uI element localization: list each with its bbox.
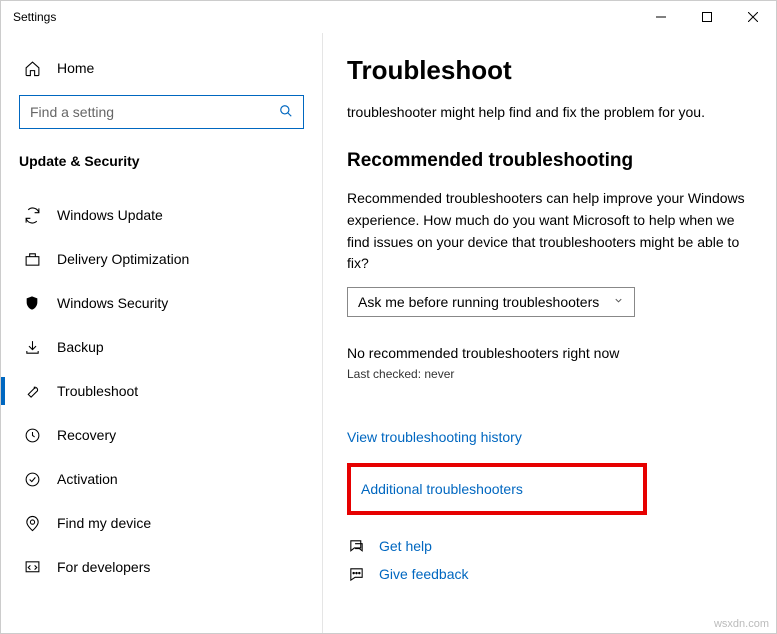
troubleshoot-preference-select[interactable]: Ask me before running troubleshooters	[347, 287, 635, 317]
minimize-button[interactable]	[638, 1, 684, 33]
nav-recovery[interactable]: Recovery	[1, 413, 322, 457]
recovery-icon	[23, 426, 41, 444]
home-nav[interactable]: Home	[1, 53, 322, 95]
nav-label: Find my device	[57, 515, 151, 531]
watermark: wsxdn.com	[714, 618, 769, 630]
last-checked: Last checked: never	[347, 367, 752, 381]
home-icon	[23, 59, 41, 77]
nav-list: Windows Update Delivery Optimization Win…	[1, 193, 322, 589]
nav-activation[interactable]: Activation	[1, 457, 322, 501]
additional-troubleshooters-link[interactable]: Additional troubleshooters	[361, 481, 523, 497]
give-feedback-link[interactable]: Give feedback	[379, 566, 469, 582]
recommended-description: Recommended troubleshooters can help imp…	[347, 188, 752, 275]
close-button[interactable]	[730, 1, 776, 33]
delivery-icon	[23, 250, 41, 268]
nav-delivery-optimization[interactable]: Delivery Optimization	[1, 237, 322, 281]
nav-find-my-device[interactable]: Find my device	[1, 501, 322, 545]
home-label: Home	[57, 60, 94, 76]
content-area: Troubleshoot troubleshooter might help f…	[323, 33, 776, 633]
window-title: Settings	[13, 10, 638, 24]
view-history-link[interactable]: View troubleshooting history	[347, 429, 752, 445]
highlighted-box: Additional troubleshooters	[347, 463, 647, 515]
nav-for-developers[interactable]: For developers	[1, 545, 322, 589]
select-value: Ask me before running troubleshooters	[358, 294, 599, 310]
search-icon	[279, 104, 293, 121]
nav-windows-security[interactable]: Windows Security	[1, 281, 322, 325]
chevron-down-icon	[613, 295, 624, 309]
check-circle-icon	[23, 470, 41, 488]
window-controls	[638, 1, 776, 33]
nav-label: Windows Security	[57, 295, 168, 311]
location-icon	[23, 514, 41, 532]
developers-icon	[23, 558, 41, 576]
page-title: Troubleshoot	[347, 55, 752, 86]
nav-label: For developers	[57, 559, 150, 575]
search-input[interactable]	[19, 95, 304, 129]
intro-text: troubleshooter might help find and fix t…	[347, 102, 752, 122]
nav-label: Windows Update	[57, 207, 163, 223]
get-help-link[interactable]: Get help	[379, 538, 432, 554]
maximize-button[interactable]	[684, 1, 730, 33]
recommended-heading: Recommended troubleshooting	[347, 150, 752, 172]
nav-label: Activation	[57, 471, 118, 487]
get-help-row[interactable]: Get help	[347, 537, 752, 555]
nav-label: Recovery	[57, 427, 116, 443]
status-text: No recommended troubleshooters right now	[347, 345, 752, 361]
search-field[interactable]	[30, 104, 279, 120]
backup-icon	[23, 338, 41, 356]
section-title: Update & Security	[1, 153, 322, 177]
wrench-icon	[23, 382, 41, 400]
nav-label: Troubleshoot	[57, 383, 138, 399]
nav-backup[interactable]: Backup	[1, 325, 322, 369]
chat-icon	[347, 537, 365, 555]
nav-windows-update[interactable]: Windows Update	[1, 193, 322, 237]
sidebar: Home Update & Security Windows Update De…	[1, 33, 323, 633]
shield-icon	[23, 294, 41, 312]
nav-label: Delivery Optimization	[57, 251, 189, 267]
give-feedback-row[interactable]: Give feedback	[347, 565, 752, 583]
titlebar: Settings	[1, 1, 776, 33]
feedback-icon	[347, 565, 365, 583]
nav-troubleshoot[interactable]: Troubleshoot	[1, 369, 322, 413]
nav-label: Backup	[57, 339, 104, 355]
sync-icon	[23, 206, 41, 224]
